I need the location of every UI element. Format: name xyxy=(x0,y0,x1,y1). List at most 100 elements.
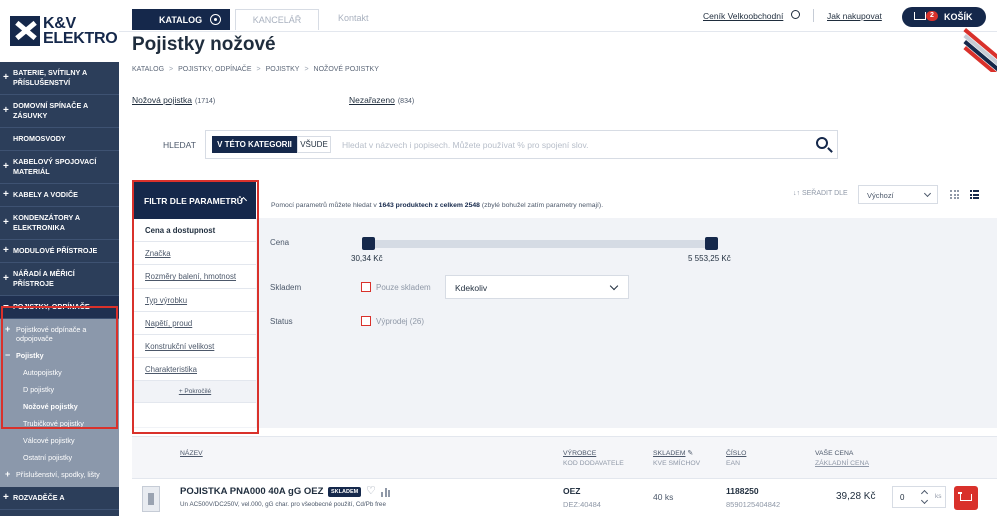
search-input[interactable]: Hledat v názvech i popisech. Můžete použ… xyxy=(342,140,588,150)
product-table: NÁZEV VÝROBCE KOD DODAVATELE SKLADEM ✎ KVE… xyxy=(132,436,997,516)
sidebar-sub-nozove-pojistky[interactable]: Nožové pojistky xyxy=(0,398,119,415)
sidebar-item-kondenzatory[interactable]: + KONDENZÁTORY A ELEKTRONIKA xyxy=(0,207,119,240)
sidebar-sub-trubickove[interactable]: Trubičkové pojistky xyxy=(0,415,119,432)
plus-icon: + xyxy=(3,245,9,256)
stock-only-checkbox[interactable] xyxy=(361,282,371,292)
tab-kancelar[interactable]: KANCELÁŘ xyxy=(235,9,319,30)
tab-katalog[interactable]: KATALOG xyxy=(132,9,230,30)
list-view-icon[interactable] xyxy=(970,190,979,199)
subcategory-name: Nožová pojistka xyxy=(132,95,193,105)
stock-location-select[interactable]: Kdekoliv xyxy=(445,275,629,299)
sidebar-sub-odpinace[interactable]: + Pojistkové odpínače a odpojovače xyxy=(0,321,119,347)
filter-charakteristika[interactable]: Charakteristika xyxy=(134,358,256,382)
sort-select[interactable]: Výchozí xyxy=(858,185,938,204)
filter-cena-dostupnost[interactable]: Cena a dostupnost xyxy=(134,219,256,243)
minus-icon: − xyxy=(5,350,11,360)
plus-icon: + xyxy=(3,189,9,200)
plus-icon: + xyxy=(5,324,11,334)
sidebar-item-baterie[interactable]: + BATERIE, SVÍTILNY A PŘÍSLUŠENSTVÍ xyxy=(0,62,119,95)
chevron-down-icon xyxy=(609,281,619,291)
sidebar-sub-valcove[interactable]: Válcové pojistky xyxy=(0,432,119,449)
product-thumbnail[interactable] xyxy=(142,486,160,512)
plus-icon: + xyxy=(3,273,9,284)
sidebar-item-hromosvody[interactable]: HROMOSVODY xyxy=(0,128,119,151)
settings-icon[interactable] xyxy=(791,10,800,19)
product-stock: 40 ks xyxy=(653,492,674,502)
sidebar-item-label: KABELY A VODIČE xyxy=(13,190,78,199)
column-header-price[interactable]: VAŠE CENA ZÁKLADNÍ CENA xyxy=(815,449,869,469)
filter-napeti-proud[interactable]: Napětí, proud xyxy=(134,312,256,335)
status-sale-label: Výprodej (26) xyxy=(376,317,425,326)
sidebar-item-label: ROZVADĚČE A xyxy=(13,493,65,502)
sidebar-item-label: HROMOSVODY xyxy=(13,134,66,143)
sidebar-item-naradi[interactable]: + NÁŘADÍ A MĚŘICÍ PŘÍSTROJE xyxy=(0,263,119,296)
sidebar-item-rozvadece[interactable]: + ROZVADĚČE A xyxy=(0,487,119,510)
search-bar: V TÉTO KATEGORII VŠUDE Hledat v názvech … xyxy=(205,130,838,159)
search-icon[interactable] xyxy=(816,137,828,149)
grid-view-icon[interactable] xyxy=(950,190,959,199)
product-name[interactable]: POJISTKA PNA000 40A gG OEZ xyxy=(180,486,323,497)
gear-icon[interactable] xyxy=(210,14,221,25)
divider xyxy=(813,9,814,22)
chart-icon[interactable] xyxy=(381,488,390,497)
filter-toggle-button[interactable]: FILTR DLE PARAMETRŮ xyxy=(134,182,256,219)
sidebar-item-pojistky-odpinace[interactable]: − POJISTKY, ODPÍNAČE xyxy=(0,296,119,319)
search-scope-category[interactable]: V TÉTO KATEGORII xyxy=(212,136,297,153)
sidebar-sub-ostatni[interactable]: Ostatní pojistky xyxy=(0,449,119,466)
quantity-stepper[interactable]: 0 ks xyxy=(892,486,946,508)
sidebar-sub-pojistky[interactable]: − Pojistky xyxy=(0,347,119,364)
filter-znacka[interactable]: Značka xyxy=(134,242,256,266)
link-cenik[interactable]: Ceník Velkoobchodní xyxy=(703,11,783,21)
sidebar-sub-d-pojistky[interactable]: D pojistky xyxy=(0,381,119,398)
breadcrumb-item[interactable]: KATALOG xyxy=(132,66,164,73)
price-slider-min-handle[interactable] xyxy=(362,237,375,250)
product-description: Un AC500V/DC250V, vel.000, gG char. pro … xyxy=(180,501,386,508)
breadcrumb-item[interactable]: POJISTKY xyxy=(266,66,300,73)
subcategory-count: (834) xyxy=(397,98,415,105)
filter-typ-vyrobku[interactable]: Typ výrobku xyxy=(134,289,256,312)
add-to-cart-button[interactable] xyxy=(954,486,978,510)
table-row[interactable]: POJISTKA PNA000 40A gG OEZ SKLADEM ♡ Un … xyxy=(132,480,997,516)
filter-toggle-label: FILTR DLE PARAMETRŮ xyxy=(144,195,243,206)
breadcrumb-item[interactable]: POJISTKY, ODPÍNAČE xyxy=(178,66,251,73)
tab-kontakt[interactable]: Kontakt xyxy=(338,13,369,23)
cart-icon xyxy=(914,12,926,20)
sidebar-item-spinace[interactable]: + DOMOVNÍ SPÍNAČE A ZÁSUVKY xyxy=(0,95,119,128)
sidebar-item-label: DOMOVNÍ SPÍNAČE A ZÁSUVKY xyxy=(13,101,88,120)
search-scope-all[interactable]: VŠUDE xyxy=(297,136,331,153)
heart-icon[interactable]: ♡ xyxy=(366,486,376,497)
column-header-name[interactable]: NÁZEV xyxy=(180,449,203,459)
filter-advanced-link[interactable]: + Pokročilé xyxy=(134,381,256,404)
price-slider-track[interactable] xyxy=(367,240,712,248)
sort-value: Výchozí xyxy=(867,191,894,200)
chevron-down-icon[interactable] xyxy=(920,496,929,505)
column-header-number[interactable]: ČÍSLO EAN xyxy=(726,449,746,469)
cart-button[interactable]: 2 KOŠÍK xyxy=(902,7,986,27)
decorative-stripes xyxy=(962,28,997,72)
sidebar-item-modulove[interactable]: + MODULOVÉ PŘÍSTROJE xyxy=(0,240,119,263)
link-jak-nakupovat[interactable]: Jak nakupovat xyxy=(827,11,882,21)
search-label: HLEDAT xyxy=(163,140,196,150)
filter-rozmery[interactable]: Rozměry balení, hmotnost xyxy=(134,265,256,289)
breadcrumb-separator: > xyxy=(256,66,261,73)
sidebar: K&V ELEKTRO + BATERIE, SVÍTILNY A PŘÍSLUŠ… xyxy=(0,0,119,516)
sidebar-item-kabelovy-material[interactable]: + KABELOVÝ SPOJOVACÍ MATERIÁL xyxy=(0,151,119,184)
status-sale-checkbox[interactable] xyxy=(361,316,371,326)
subcategory-link-nozova[interactable]: Nožová pojistka (1714) xyxy=(132,95,215,105)
logo[interactable]: K&V ELEKTRO xyxy=(0,0,119,62)
column-header-stock[interactable]: SKLADEM ✎ KVE SMÍCHOV xyxy=(653,449,700,469)
sidebar-sub-prislusenstvi[interactable]: + Příslušenství, spodky, lišty xyxy=(0,466,119,483)
subcategory-link-nezarazeno[interactable]: Nezařazeno (834) xyxy=(349,95,414,105)
price-slider-max-handle[interactable] xyxy=(705,237,718,250)
status-label: Status xyxy=(270,317,293,326)
sidebar-item-label: MODULOVÉ PŘÍSTROJE xyxy=(13,246,98,255)
filter-konstrukcni-velikost[interactable]: Konstrukční velikost xyxy=(134,335,256,359)
cart-count-badge: 2 xyxy=(926,11,938,21)
top-bar: KATALOG KANCELÁŘ Kontakt Ceník Velkoobch… xyxy=(119,0,997,32)
sidebar-item-kabely[interactable]: + KABELY A VODIČE xyxy=(0,184,119,207)
sidebar-sub-label: Pojistkové odpínače a odpojovače xyxy=(16,325,87,343)
quantity-value[interactable]: 0 xyxy=(900,493,904,502)
column-header-maker[interactable]: VÝROBCE KOD DODAVATELE xyxy=(563,449,624,469)
stock-only-label: Pouze skladem xyxy=(376,283,431,292)
sidebar-sub-autopojistky[interactable]: Autopojistky xyxy=(0,364,119,381)
